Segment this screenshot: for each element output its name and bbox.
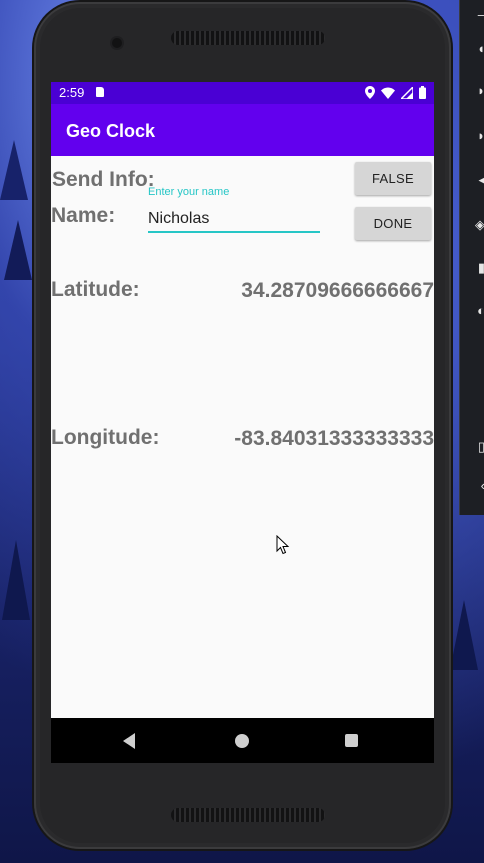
zoom-icon[interactable]: ◐	[460, 300, 484, 320]
wifi-icon	[381, 87, 395, 99]
signal-icon	[401, 86, 413, 99]
status-bar: 2:59	[51, 82, 434, 104]
tree-shape	[0, 140, 28, 200]
sd-card-icon	[96, 87, 104, 97]
power-icon[interactable]: ◖	[460, 38, 484, 58]
status-icons	[365, 86, 426, 99]
name-input[interactable]	[148, 207, 320, 233]
name-label: Name:	[51, 204, 116, 227]
name-hint: Enter your name	[148, 186, 230, 198]
tree-shape	[450, 600, 478, 670]
tree-shape	[4, 220, 32, 280]
volume-down-icon[interactable]: ◗	[460, 125, 484, 145]
app-bar: Geo Clock	[51, 104, 434, 156]
longitude-label: Longitude:	[51, 426, 160, 449]
status-time: 2:59	[59, 85, 85, 100]
device-screen: 2:59 Geo Clock Send Info: FALSE Name: En…	[51, 82, 434, 763]
mouse-cursor-icon	[276, 535, 290, 555]
tree-shape	[2, 540, 30, 620]
home-icon[interactable]	[235, 734, 249, 748]
location-icon	[365, 86, 375, 99]
front-camera-icon	[112, 38, 122, 48]
latitude-value: 34.28709666666667	[241, 279, 434, 302]
screenshot-icon[interactable]: ▮	[460, 258, 484, 278]
send-info-toggle-button[interactable]: FALSE	[355, 162, 431, 195]
rotate-left-icon[interactable]: ◂	[460, 170, 484, 190]
battery-icon	[419, 86, 426, 99]
longitude-value: -83.84031333333333	[234, 427, 434, 450]
send-info-label: Send Info:	[52, 168, 155, 191]
top-speaker	[171, 31, 325, 45]
back-icon[interactable]	[123, 733, 135, 749]
overview-icon[interactable]: ▯	[460, 437, 484, 457]
emulator-toolbar: – ◖ ◗ ◗ ◂ ◈ ▮ ◐ ▯ ‹	[459, 0, 484, 515]
recents-icon[interactable]	[345, 734, 358, 747]
volume-up-icon[interactable]: ◗	[460, 80, 484, 100]
app-title: Geo Clock	[66, 121, 156, 141]
latitude-label: Latitude:	[51, 278, 140, 301]
done-button[interactable]: DONE	[355, 207, 431, 240]
bottom-speaker	[171, 808, 325, 822]
more-icon[interactable]: ‹	[460, 475, 484, 495]
navigation-bar	[51, 718, 434, 763]
minimize-icon[interactable]: –	[460, 4, 484, 24]
rotate-right-icon[interactable]: ◈	[460, 215, 484, 235]
